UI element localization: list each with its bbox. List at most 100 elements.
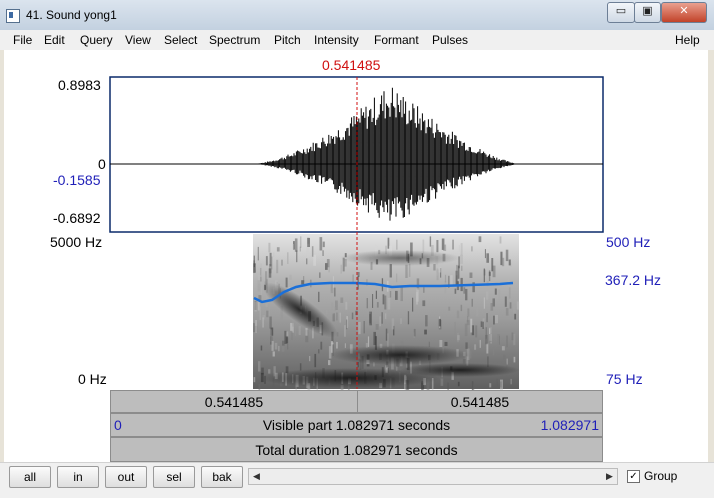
spectrogram-texture xyxy=(454,321,456,335)
total-duration-bar[interactable]: Total duration 1.082971 seconds xyxy=(110,437,603,462)
spectrogram-texture xyxy=(257,280,261,292)
spectrogram-texture xyxy=(452,239,454,250)
spectrogram-texture xyxy=(444,274,447,283)
spectrogram-texture xyxy=(505,308,509,316)
spectrogram-texture xyxy=(471,298,473,307)
spectrogram-texture xyxy=(273,252,275,257)
spectrogram-texture xyxy=(387,333,389,347)
spectrogram-texture xyxy=(496,378,498,386)
spectrogram-texture xyxy=(346,319,348,330)
zoom-back-button[interactable]: bak xyxy=(201,466,243,488)
spectrogram-texture xyxy=(366,298,368,309)
group-checkbox[interactable]: ✓ xyxy=(627,470,640,483)
spectrogram-texture xyxy=(424,329,427,335)
zoom-all-button[interactable]: all xyxy=(9,466,51,488)
spectrogram-texture xyxy=(255,320,257,333)
spectrogram-texture xyxy=(266,310,269,318)
spectrogram-texture xyxy=(440,378,444,386)
spectrogram-texture xyxy=(457,381,460,387)
spectrogram-texture xyxy=(495,315,498,324)
spectrogram-texture xyxy=(488,271,491,276)
spectrogram-texture xyxy=(444,281,447,294)
spectrogram-texture xyxy=(375,324,379,330)
spectrogram-texture xyxy=(511,332,514,341)
scroll-right-arrow-icon[interactable]: ▶ xyxy=(602,469,617,484)
spectrogram-texture xyxy=(448,306,451,311)
spectrogram-texture xyxy=(292,244,294,250)
spectrogram-texture xyxy=(258,300,260,311)
spectrogram-texture xyxy=(278,345,280,352)
spectrogram-texture xyxy=(478,236,482,243)
spectrogram-texture xyxy=(339,312,341,323)
spectrogram-texture xyxy=(460,243,463,256)
spectrogram-texture xyxy=(509,302,512,309)
spectrogram-texture xyxy=(464,323,468,337)
spectrogram-texture xyxy=(311,246,314,257)
spectrogram-texture xyxy=(385,328,388,341)
spectrogram-texture xyxy=(294,238,298,252)
spectrogram-freq-max: 5000 Hz xyxy=(50,234,103,250)
spectrogram-texture xyxy=(486,343,489,354)
spectrogram-texture xyxy=(490,303,494,311)
spectrogram-texture xyxy=(508,259,511,266)
spectrogram-texture xyxy=(306,247,310,258)
time-scrollbar[interactable]: ◀ ▶ xyxy=(248,468,618,485)
spectrogram-texture xyxy=(268,242,271,253)
spectrogram-texture xyxy=(465,288,468,301)
spectrogram-texture xyxy=(407,311,410,325)
waveform-cursor-value: -0.1585 xyxy=(53,172,101,188)
left-interval[interactable]: 0.541485 xyxy=(111,391,358,412)
pitch-cursor-value: 367.2 Hz xyxy=(605,272,662,288)
spectrogram-texture xyxy=(474,344,477,350)
spectrogram-texture xyxy=(336,341,338,349)
spectrogram-texture xyxy=(281,259,283,266)
spectrogram-texture xyxy=(396,239,398,250)
spectrogram-texture xyxy=(483,269,486,276)
spectrogram-texture xyxy=(262,317,264,328)
spectrogram-texture xyxy=(253,377,256,383)
spectrogram-texture xyxy=(391,318,395,330)
spectrogram-texture xyxy=(389,291,392,298)
spectrogram-texture xyxy=(306,258,308,265)
spectrogram-texture xyxy=(467,316,469,323)
spectrogram-texture xyxy=(425,315,428,327)
spectrogram-texture xyxy=(253,263,256,273)
spectrogram-texture xyxy=(438,318,441,327)
spectrogram-texture xyxy=(504,296,507,307)
spectrogram-texture xyxy=(379,316,381,327)
spectrogram-texture xyxy=(486,253,489,263)
spectrogram-texture xyxy=(340,264,342,274)
spectrogram-texture xyxy=(268,268,272,278)
zoom-out-button[interactable]: out xyxy=(105,466,147,488)
spectrogram-texture xyxy=(340,297,344,303)
spectrogram-texture xyxy=(287,252,289,264)
spectrogram-texture xyxy=(375,290,377,299)
interval-bar: 0.541485 0.541485 xyxy=(110,390,603,413)
spectrogram-texture xyxy=(271,340,274,351)
spectrogram-texture xyxy=(260,263,262,277)
visible-part-bar[interactable]: 0 Visible part 1.082971 seconds 1.082971 xyxy=(110,413,603,437)
spectrogram-texture xyxy=(499,236,502,244)
spectrogram-texture xyxy=(318,349,320,354)
spectrogram-freq-min: 0 Hz xyxy=(78,371,107,387)
spectrogram-texture xyxy=(328,360,331,366)
spectrogram-texture xyxy=(334,306,337,311)
spectrogram-texture xyxy=(319,272,321,278)
spectrogram-texture xyxy=(469,272,473,278)
spectrogram-texture xyxy=(479,339,481,348)
spectrogram-texture xyxy=(400,287,403,302)
spectrogram-texture xyxy=(314,353,317,368)
spectrogram-texture xyxy=(295,326,297,337)
spectrogram-texture xyxy=(290,322,293,331)
spectrogram-texture xyxy=(276,259,279,274)
scroll-left-arrow-icon[interactable]: ◀ xyxy=(249,469,264,484)
zoom-in-button[interactable]: in xyxy=(57,466,99,488)
right-interval[interactable]: 0.541485 xyxy=(358,391,602,412)
spectrogram-texture xyxy=(322,250,324,256)
spectrogram-texture xyxy=(400,318,402,324)
spectrogram-texture xyxy=(289,274,292,280)
spectrogram-texture xyxy=(510,378,512,385)
spectrogram-texture xyxy=(458,245,460,252)
spectrogram-texture xyxy=(322,241,325,248)
zoom-selection-button[interactable]: sel xyxy=(153,466,195,488)
